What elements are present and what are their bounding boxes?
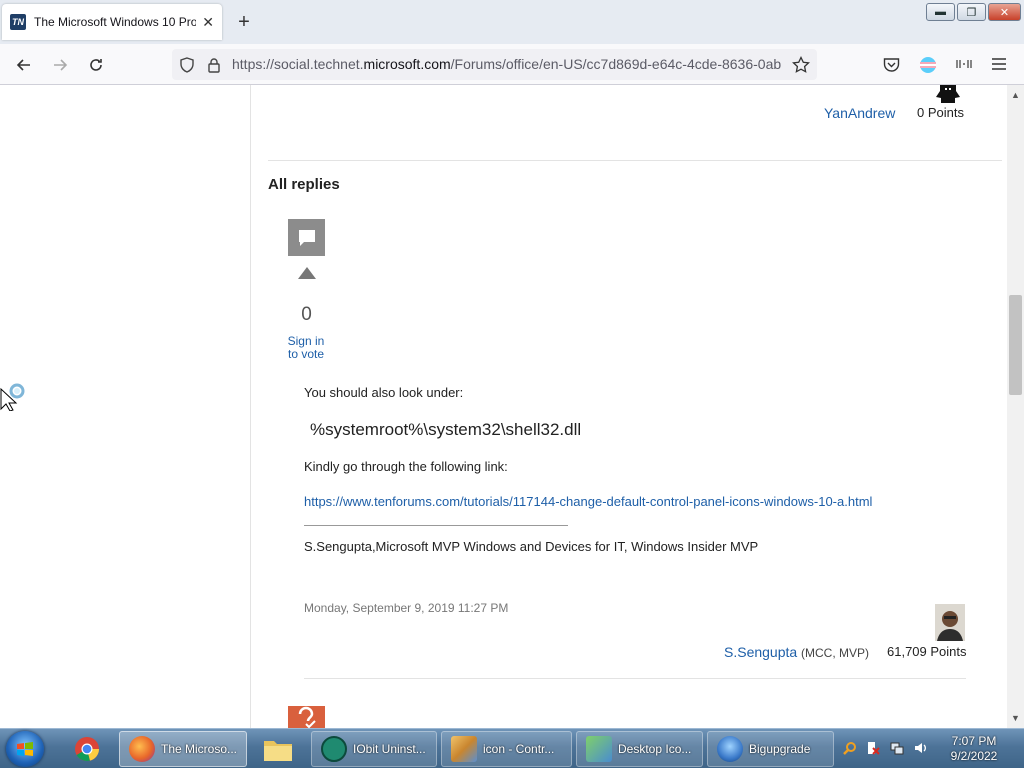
page-content: YanAndrew 0 Points All replies 0 Sign in… [0, 85, 1024, 728]
volume-icon[interactable] [914, 741, 928, 755]
lock-icon[interactable] [207, 57, 221, 73]
reply-path-text: %systemroot%\system32\shell32.dll [310, 420, 582, 439]
replier-avatar[interactable] [935, 604, 965, 641]
taskbar-item-firefox[interactable]: The Microso... [119, 731, 247, 767]
replier-points: 61,709 Points [887, 644, 967, 659]
back-button[interactable] [11, 52, 37, 78]
action-center-icon[interactable] [866, 741, 880, 755]
hamburger-menu-icon[interactable] [991, 57, 1007, 71]
shield-icon[interactable] [179, 57, 195, 73]
reply-speech-bubble-icon [288, 219, 325, 256]
taskbar-item-label: IObit Uninst... [353, 742, 426, 756]
url-prefix: https://social.technet. [232, 56, 364, 72]
forward-button[interactable] [47, 52, 73, 78]
taskbar-item-iobit[interactable]: IObit Uninst... [311, 731, 437, 767]
question-author-link[interactable]: YanAndrew [824, 105, 895, 121]
taskbar-item-control-panel[interactable]: icon - Contr... [441, 731, 572, 767]
windows-taskbar: The Microso... IObit Uninst... icon - Co… [0, 728, 1024, 768]
taskbar-item-desktop-icons[interactable]: Desktop Ico... [576, 731, 703, 767]
signature-divider [304, 525, 568, 526]
file-explorer-taskbar-button[interactable] [256, 731, 300, 767]
search-tray-icon[interactable] [843, 741, 857, 755]
page-scrollbar[interactable]: ▲ ▼ [1007, 85, 1024, 728]
url-path: /Forums/office/en-US/cc7d869d-e64c-4cde-… [450, 56, 782, 72]
chrome-taskbar-button[interactable] [68, 731, 108, 767]
windows-icon [717, 736, 743, 762]
reply-text-line: You should also look under: [304, 385, 464, 400]
vote-count: 0 [301, 304, 312, 325]
scroll-thumb[interactable] [1009, 295, 1022, 395]
new-tab-button[interactable]: + [232, 10, 256, 34]
maximize-button[interactable]: ❐ [957, 3, 986, 21]
forward-arrow-icon [54, 59, 68, 71]
tab-bar: TN The Microsoft Windows 10 Pro ✕ + ▬ ❐ … [0, 0, 1024, 44]
divider [268, 160, 1002, 161]
url-bar[interactable]: https://social.technet.microsoft.com/For… [172, 49, 817, 80]
replier-badges: (MCC, MVP) [801, 646, 869, 660]
chrome-icon [75, 737, 99, 761]
clock-date: 9/2/2022 [950, 749, 998, 763]
answer-reply-icon [288, 706, 325, 728]
taskbar-item-label: Bigupgrade [749, 742, 811, 756]
back-arrow-icon [16, 59, 30, 71]
clock-time: 7:07 PM [951, 734, 997, 748]
url-text[interactable]: https://social.technet.microsoft.com/For… [232, 56, 784, 72]
taskbar-item-label: Desktop Ico... [618, 742, 692, 756]
account-avatar-icon[interactable] [919, 56, 937, 74]
all-replies-heading: All replies [268, 176, 340, 193]
control-panel-icon [451, 736, 477, 762]
question-author-points: 0 Points [917, 105, 964, 120]
reload-button[interactable] [83, 52, 109, 78]
taskbar-item-label: icon - Contr... [483, 742, 555, 756]
tab-close-icon[interactable]: ✕ [202, 14, 214, 31]
start-button[interactable] [6, 731, 44, 767]
reply-date: Monday, September 9, 2019 11:27 PM [304, 601, 509, 615]
reply-signature: S.Sengupta,Microsoft MVP Windows and Dev… [304, 539, 759, 554]
bookmark-star-icon[interactable] [792, 56, 810, 74]
replier-name-link[interactable]: S.Sengupta [724, 644, 797, 660]
folder-icon [264, 741, 292, 761]
scroll-down-arrow-icon[interactable]: ▼ [1007, 710, 1024, 726]
pocket-icon[interactable] [883, 57, 900, 73]
tab-title: The Microsoft Windows 10 Pro [34, 15, 197, 29]
network-icon[interactable] [890, 741, 904, 755]
firefox-icon [129, 736, 155, 762]
taskbar-item-bigupgrade[interactable]: Bigupgrade [707, 731, 834, 767]
scroll-up-arrow-icon[interactable]: ▲ [1007, 87, 1024, 103]
extension-icon[interactable] [955, 57, 973, 71]
technet-favicon-icon: TN [10, 14, 26, 30]
left-column-divider [250, 85, 251, 728]
minimize-button[interactable]: ▬ [926, 3, 955, 21]
browser-tab[interactable]: TN The Microsoft Windows 10 Pro ✕ [2, 4, 222, 40]
reload-icon [90, 59, 102, 71]
navigation-toolbar: https://social.technet.microsoft.com/For… [0, 44, 1024, 85]
reply-text-line: Kindly go through the following link: [304, 459, 508, 474]
sign-in-to-vote-link[interactable]: Sign in to vote [284, 335, 328, 361]
busy-cursor-icon [0, 383, 25, 411]
divider [304, 678, 966, 679]
windows-logo-icon [17, 742, 33, 756]
reply-tutorial-link[interactable]: https://www.tenforums.com/tutorials/1171… [304, 494, 872, 509]
url-host: microsoft.com [363, 56, 451, 72]
iobit-icon [321, 736, 347, 762]
vote-up-arrow-icon[interactable] [298, 267, 316, 279]
system-clock[interactable]: 7:07 PM 9/2/2022 [940, 734, 1008, 764]
close-window-button[interactable]: ✕ [988, 3, 1021, 21]
question-author-avatar-icon [936, 85, 960, 103]
desktop-icons-icon [586, 736, 612, 762]
taskbar-item-label: The Microso... [161, 742, 238, 756]
